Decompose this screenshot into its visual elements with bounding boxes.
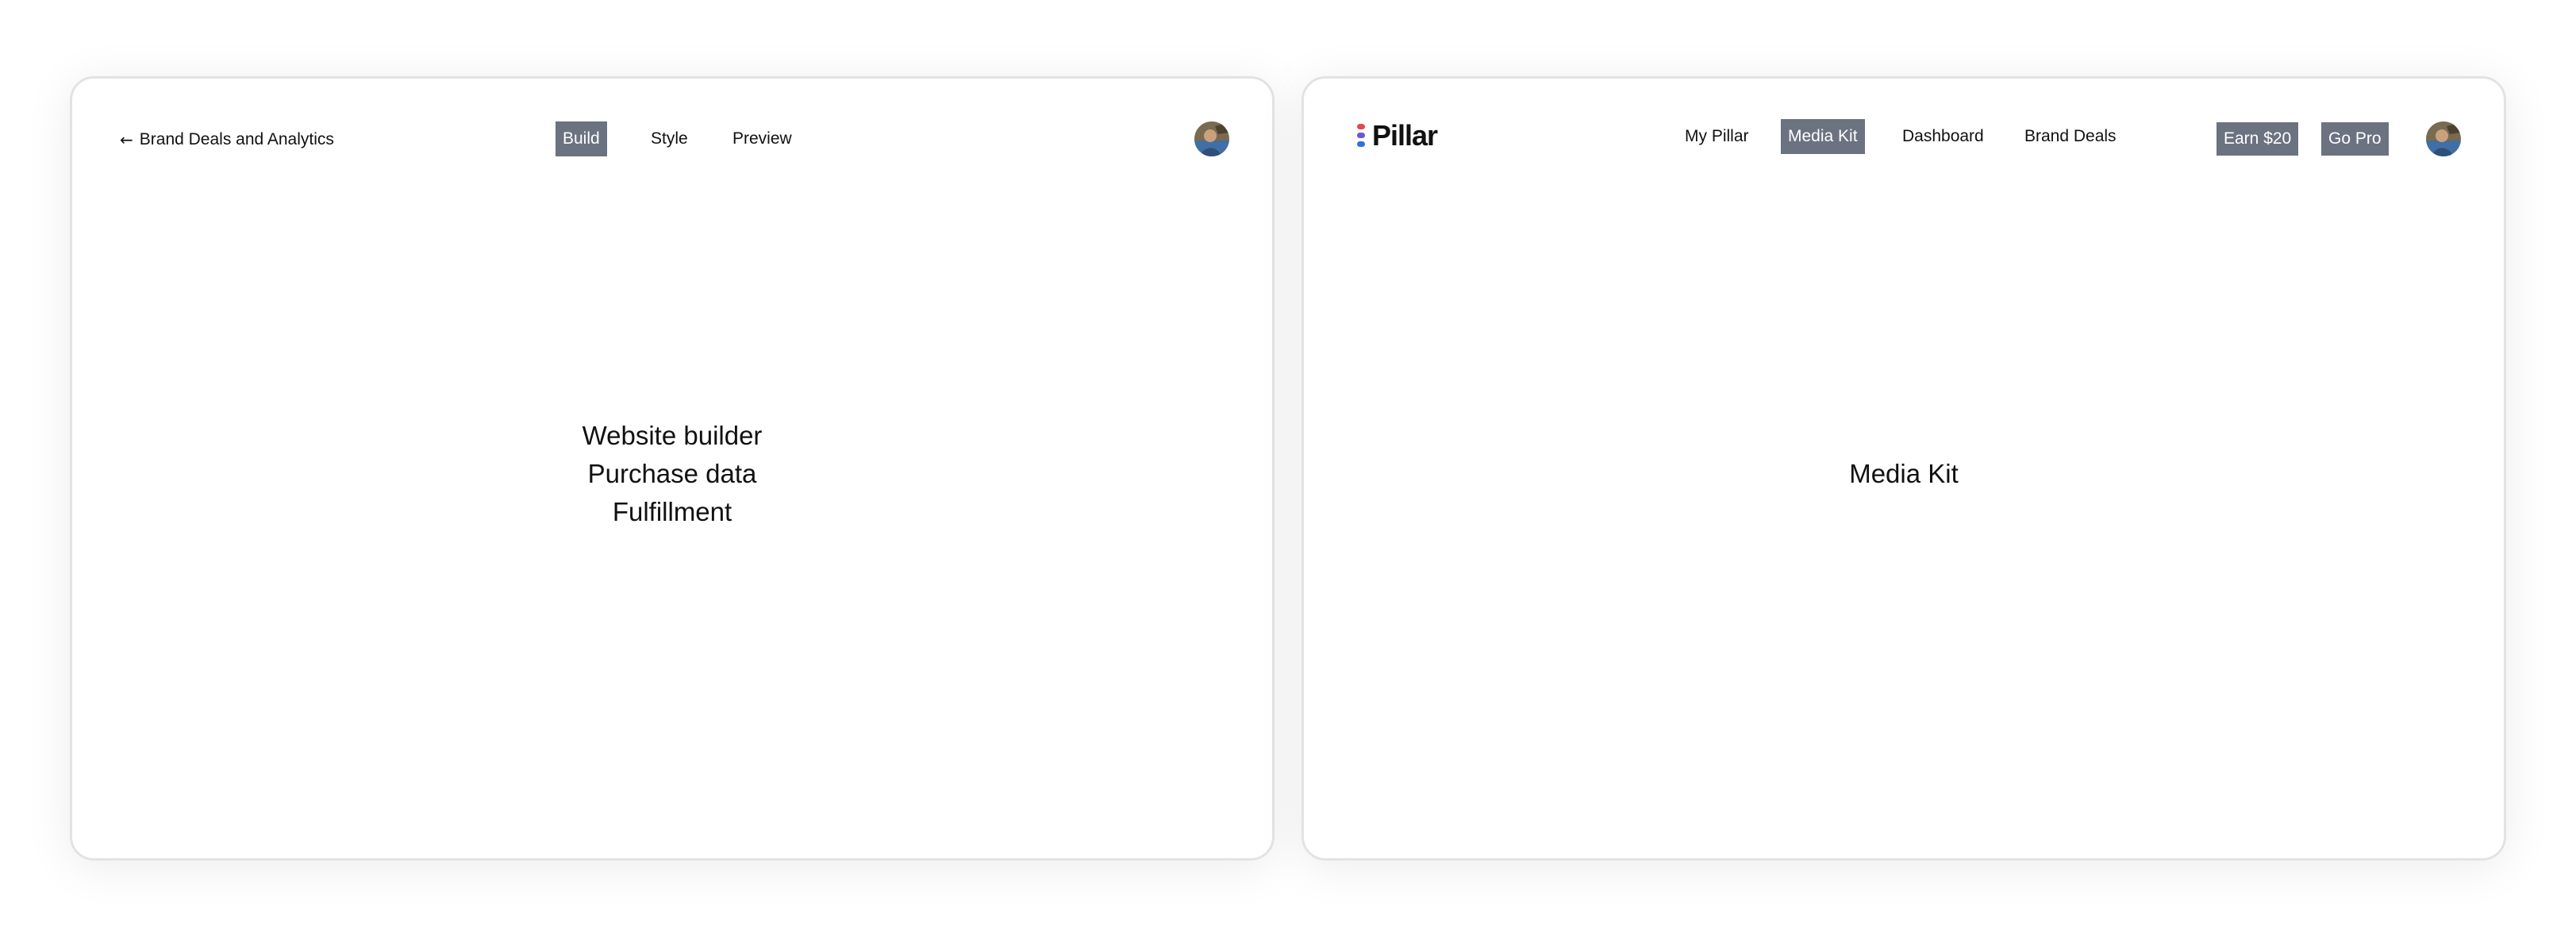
nav-media-kit-label: Media Kit: [1788, 127, 1858, 145]
nav-dashboard-label: Dashboard: [1902, 127, 1984, 145]
pillar-window: Pillar My Pillar Media Kit Dashboard Bra…: [1301, 76, 2506, 861]
tab-preview-label: Preview: [732, 129, 792, 148]
avatar[interactable]: [2426, 121, 2461, 156]
tab-style[interactable]: Style: [644, 121, 695, 156]
back-link-label: Brand Deals and Analytics: [139, 130, 334, 148]
back-arrow-icon: ←: [120, 130, 133, 149]
tab-build-label: Build: [563, 129, 600, 148]
go-pro-button[interactable]: Go Pro: [2321, 122, 2389, 156]
go-pro-label: Go Pro: [2328, 129, 2382, 148]
logo-text: Pillar: [1372, 119, 1438, 152]
earn-referral-button[interactable]: Earn $20: [2217, 122, 2299, 156]
app-canvas: ← Brand Deals and Analytics Build Style …: [0, 0, 2576, 936]
nav-my-pillar-label: My Pillar: [1685, 127, 1749, 145]
nav-brand-deals-label: Brand Deals: [2024, 127, 2117, 145]
tab-build[interactable]: Build: [556, 121, 607, 156]
avatar-image-icon: [2426, 121, 2461, 156]
media-kit-title: Media Kit: [1304, 455, 2504, 493]
builder-window: ← Brand Deals and Analytics Build Style …: [70, 76, 1275, 861]
pillar-logo-icon: [1357, 124, 1365, 147]
nav-dashboard[interactable]: Dashboard: [1895, 119, 1991, 154]
feature-website-builder: Website builder: [582, 421, 763, 450]
avatar-image-icon: [1194, 121, 1229, 156]
earn-referral-label: Earn $20: [2224, 129, 2292, 148]
pillar-logo[interactable]: Pillar: [1355, 119, 1438, 152]
media-kit-title-text: Media Kit: [1849, 459, 1959, 488]
feature-fulfillment: Fulfillment: [612, 497, 732, 526]
tab-preview[interactable]: Preview: [725, 121, 799, 156]
back-link[interactable]: ← Brand Deals and Analytics: [120, 126, 334, 153]
tab-style-label: Style: [651, 129, 688, 148]
builder-feature-list: Website builder Purchase data Fulfillmen…: [72, 417, 1272, 531]
nav-media-kit[interactable]: Media Kit: [1781, 119, 1865, 154]
nav-my-pillar[interactable]: My Pillar: [1678, 119, 1756, 154]
feature-purchase-data: Purchase data: [587, 459, 757, 488]
nav-brand-deals[interactable]: Brand Deals: [2017, 119, 2124, 154]
avatar[interactable]: [1194, 121, 1229, 156]
